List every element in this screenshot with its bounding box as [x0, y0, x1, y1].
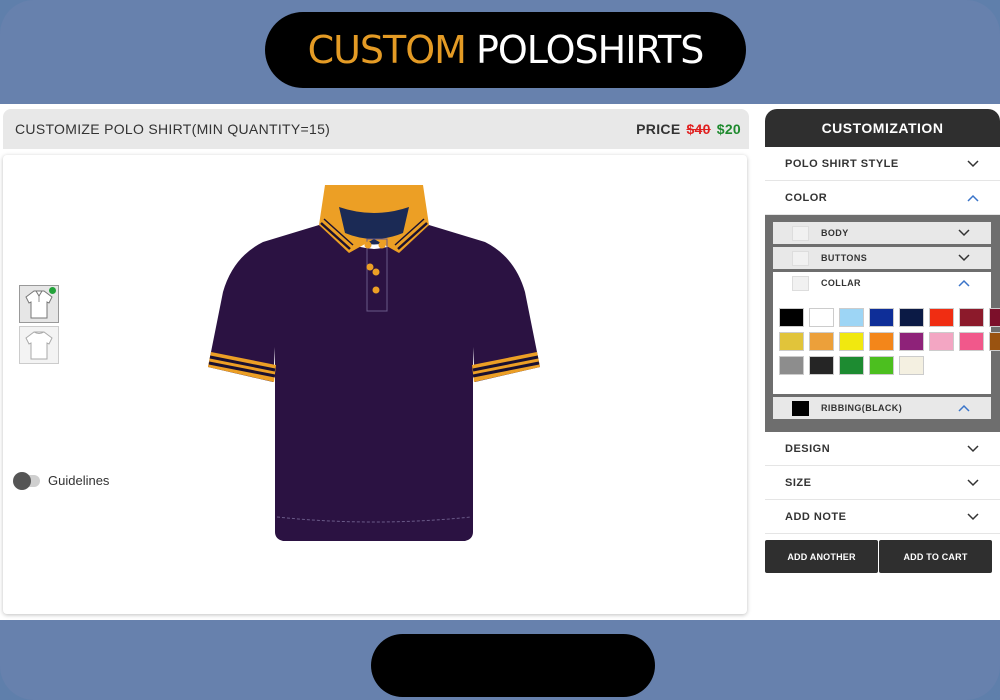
color-swatch[interactable] [839, 308, 864, 327]
chevron-down-icon [958, 254, 970, 262]
chevron-down-icon [967, 512, 979, 520]
accordion-label: POLO SHIRT STYLE [785, 157, 899, 170]
accordion-label: COLOR [785, 191, 828, 204]
color-options-panel: BODY BUTTONS COLLAR RIBBING(BLACK) [765, 215, 1000, 432]
accordion-add-note[interactable]: ADD NOTE [765, 500, 1000, 534]
accordion-polo-shirt-style[interactable]: POLO SHIRT STYLE [765, 147, 1000, 181]
accordion-label: DESIGN [785, 442, 831, 455]
ribbing-color-swatch [792, 400, 809, 416]
active-view-indicator [49, 287, 56, 294]
main-content: CUSTOMIZE POLO SHIRT(MIN QUANTITY=15) PR… [0, 104, 1000, 620]
color-part-label: RIBBING(BLACK) [821, 403, 903, 413]
price-display: PRICE $40 $20 [636, 121, 741, 137]
app-frame: CUSTOM POLOSHIRTS CUSTOMIZE POLO SHIRT(M… [0, 0, 1000, 700]
guidelines-toggle[interactable]: Guidelines [13, 471, 110, 490]
price-new: $20 [716, 121, 741, 137]
chevron-up-icon [967, 194, 979, 202]
chevron-down-icon [967, 159, 979, 167]
customization-sidebar: CUSTOMIZATION POLO SHIRT STYLE COLOR BOD… [765, 109, 1000, 620]
banner-title-part1: CUSTOM [307, 28, 467, 72]
color-swatch[interactable] [899, 308, 924, 327]
designer-panel: CUSTOMIZE POLO SHIRT(MIN QUANTITY=15) PR… [3, 109, 749, 614]
back-view-thumbnail[interactable] [19, 326, 59, 364]
accordion-label: SIZE [785, 476, 812, 489]
color-swatch[interactable] [779, 356, 804, 375]
color-swatch[interactable] [959, 308, 984, 327]
chevron-down-icon [967, 444, 979, 452]
color-swatch[interactable] [989, 332, 1000, 351]
color-part-ribbing[interactable]: RIBBING(BLACK) [773, 397, 991, 419]
color-swatch[interactable] [989, 308, 1000, 327]
color-swatch[interactable] [839, 332, 864, 351]
chevron-up-icon [958, 404, 970, 412]
action-buttons: ADD ANOTHER ADD TO CART [765, 534, 1000, 573]
color-swatch[interactable] [869, 356, 894, 375]
front-view-thumbnail[interactable] [19, 285, 59, 323]
color-swatch[interactable] [839, 356, 864, 375]
accordion-size[interactable]: SIZE [765, 466, 1000, 500]
color-swatch[interactable] [899, 332, 924, 351]
chevron-down-icon [967, 478, 979, 486]
color-part-label: COLLAR [821, 278, 861, 288]
price-old: $40 [686, 121, 711, 137]
color-swatch[interactable] [809, 308, 834, 327]
guidelines-label: Guidelines [48, 473, 110, 488]
color-swatch[interactable] [869, 308, 894, 327]
color-swatch[interactable] [929, 308, 954, 327]
buttons-color-swatch [792, 250, 809, 266]
collar-color-swatch [792, 275, 809, 291]
banner-title-part2: POLOSHIRTS [475, 28, 704, 72]
shirt-back-icon [25, 331, 53, 360]
chevron-up-icon [958, 279, 970, 287]
color-swatch[interactable] [779, 308, 804, 327]
page-title: CUSTOMIZE POLO SHIRT(MIN QUANTITY=15) [15, 121, 331, 137]
color-palette [773, 294, 1000, 394]
color-part-body[interactable]: BODY [773, 222, 991, 244]
designer-header: CUSTOMIZE POLO SHIRT(MIN QUANTITY=15) PR… [3, 109, 749, 149]
polo-shirt-preview[interactable] [203, 177, 543, 572]
color-swatch[interactable] [779, 332, 804, 351]
color-swatch[interactable] [869, 332, 894, 351]
bottom-pill-decoration [371, 634, 655, 697]
accordion-design[interactable]: DESIGN [765, 432, 1000, 466]
color-swatch[interactable] [899, 356, 924, 375]
add-another-button[interactable]: ADD ANOTHER [765, 540, 878, 573]
color-swatch[interactable] [809, 332, 834, 351]
banner-title: CUSTOM POLOSHIRTS [265, 12, 746, 88]
guidelines-switch[interactable] [13, 471, 40, 490]
color-swatch[interactable] [929, 332, 954, 351]
color-swatch[interactable] [959, 332, 984, 351]
color-part-label: BODY [821, 228, 849, 238]
color-part-label: BUTTONS [821, 253, 868, 263]
body-color-swatch [792, 225, 809, 241]
add-to-cart-button[interactable]: ADD TO CART [879, 540, 992, 573]
shirt-canvas[interactable]: Guidelines [3, 155, 747, 614]
color-part-buttons[interactable]: BUTTONS [773, 247, 991, 269]
accordion-color[interactable]: COLOR [765, 181, 1000, 215]
accordion-label: ADD NOTE [785, 510, 847, 523]
sidebar-title: CUSTOMIZATION [765, 109, 1000, 147]
price-label: PRICE [636, 121, 681, 137]
color-swatch[interactable] [809, 356, 834, 375]
chevron-down-icon [958, 229, 970, 237]
guidelines-switch-knob [13, 471, 31, 490]
color-part-collar[interactable]: COLLAR [773, 272, 991, 294]
